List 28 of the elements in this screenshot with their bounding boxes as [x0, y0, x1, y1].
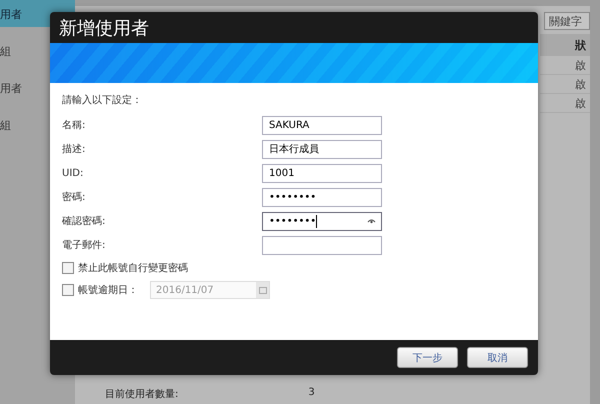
stat-label: 目前使用者數量:: [105, 388, 178, 401]
table-cell: 啟: [540, 94, 590, 113]
input-field[interactable]: [262, 236, 382, 254]
field-label: 名稱:: [62, 119, 86, 132]
input-field[interactable]: ••••••••: [262, 188, 382, 206]
input-field[interactable]: 1001: [262, 164, 382, 182]
dialog-button[interactable]: 下一步: [397, 347, 458, 368]
table-cell: 啟: [540, 75, 590, 94]
column-header: 狀: [540, 34, 590, 56]
calendar-icon[interactable]: [256, 282, 269, 298]
table-cell: 啟: [540, 56, 590, 75]
field-label: 確認密碼:: [62, 214, 106, 228]
eye-icon[interactable]: [367, 218, 376, 224]
input-field[interactable]: SAKURA: [262, 116, 382, 134]
input-field[interactable]: 日本行成員: [262, 140, 382, 158]
instruction-text: 請輸入以下設定：: [62, 94, 143, 107]
field-label: 描述:: [62, 142, 86, 156]
checkbox-label: 禁止此帳號自行變更密碼: [78, 262, 188, 275]
stat-value: 3: [308, 387, 315, 400]
field-label: 密碼:: [62, 190, 86, 204]
checkbox[interactable]: [62, 284, 74, 296]
field-label: UID:: [62, 168, 84, 178]
dialog-button[interactable]: 取消: [467, 347, 528, 368]
checkbox-label: 帳號逾期日：: [78, 284, 138, 297]
input-field[interactable]: ••••••••: [262, 212, 382, 230]
checkbox[interactable]: [62, 262, 74, 274]
field-label: 電子郵件:: [62, 238, 106, 252]
search-field[interactable]: 關鍵字: [544, 12, 590, 30]
